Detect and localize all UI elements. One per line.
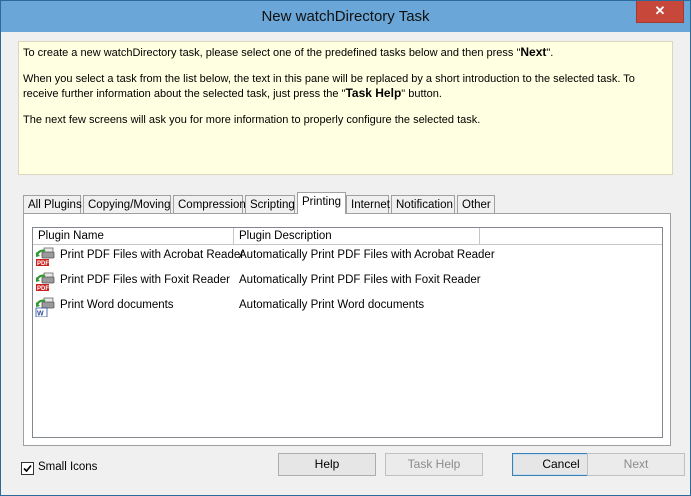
plugin-name: Print PDF Files with Acrobat Reader bbox=[60, 249, 245, 261]
pdf-print-icon: PDF bbox=[35, 272, 55, 292]
tab-internet[interactable]: Internet bbox=[346, 195, 390, 213]
svg-text:PDF: PDF bbox=[37, 286, 49, 292]
plugin-description: Automatically Print Word documents bbox=[239, 299, 425, 311]
plugin-name: Print PDF Files with Foxit Reader bbox=[60, 274, 230, 286]
word-print-icon: W bbox=[35, 297, 55, 317]
pdf-print-icon: PDF bbox=[35, 247, 55, 267]
help-button[interactable]: Help bbox=[278, 453, 376, 476]
task-help-key-label: Task Help bbox=[345, 86, 402, 100]
next-button[interactable]: Next bbox=[587, 453, 685, 476]
tab-copying-moving[interactable]: Copying/Moving bbox=[83, 195, 171, 213]
tab-printing[interactable]: Printing bbox=[297, 192, 346, 214]
intro-text-1: To create a new watchDirectory task, ple… bbox=[23, 47, 521, 59]
list-header: Plugin Name Plugin Description bbox=[33, 228, 662, 245]
close-button[interactable]: ✕ bbox=[636, 1, 684, 23]
dialog-window: New watchDirectory Task ✕ To create a ne… bbox=[0, 0, 691, 496]
next-key-label: Next bbox=[520, 45, 547, 59]
plugin-list[interactable]: Plugin Name Plugin Description PDF Print… bbox=[32, 227, 663, 438]
svg-text:PDF: PDF bbox=[37, 261, 49, 267]
tab-all-plugins[interactable]: All Plugins bbox=[23, 195, 82, 213]
tab-other[interactable]: Other bbox=[457, 195, 495, 213]
column-header-empty bbox=[480, 228, 662, 244]
list-item[interactable]: W Print Word documents Automatically Pri… bbox=[33, 295, 662, 319]
task-help-button[interactable]: Task Help bbox=[385, 453, 483, 476]
window-title: New watchDirectory Task bbox=[261, 8, 430, 25]
list-item[interactable]: PDF Print PDF Files with Acrobat Reader … bbox=[33, 245, 662, 269]
column-header-plugin-name[interactable]: Plugin Name bbox=[33, 228, 234, 244]
intro-paragraph-2: When you select a task from the list bel… bbox=[23, 72, 668, 101]
tab-notification[interactable]: Notification bbox=[391, 195, 455, 213]
intro-pane: To create a new watchDirectory task, ple… bbox=[18, 41, 673, 175]
title-bar[interactable]: New watchDirectory Task ✕ bbox=[1, 1, 690, 32]
list-item[interactable]: PDF Print PDF Files with Foxit Reader Au… bbox=[33, 270, 662, 294]
intro-text-2: When you select a task from the list bel… bbox=[23, 73, 635, 100]
tab-panel: Plugin Name Plugin Description PDF Print… bbox=[23, 213, 671, 446]
small-icons-checkbox[interactable] bbox=[21, 462, 34, 475]
intro-paragraph-3: The next few screens will ask you for mo… bbox=[23, 114, 481, 126]
column-header-plugin-description[interactable]: Plugin Description bbox=[234, 228, 480, 244]
svg-text:W: W bbox=[37, 311, 44, 318]
intro-paragraph-1: To create a new watchDirectory task, ple… bbox=[23, 45, 668, 60]
intro-text-1-end: ". bbox=[546, 47, 554, 59]
tab-compression[interactable]: Compression bbox=[173, 195, 246, 213]
plugin-name: Print Word documents bbox=[60, 299, 174, 311]
small-icons-label[interactable]: Small Icons bbox=[38, 461, 97, 473]
intro-text-2-end: " button. bbox=[401, 88, 442, 100]
tab-scripting[interactable]: Scripting bbox=[245, 195, 295, 213]
plugin-description: Automatically Print PDF Files with Acrob… bbox=[239, 249, 495, 261]
plugin-description: Automatically Print PDF Files with Foxit… bbox=[239, 274, 481, 286]
